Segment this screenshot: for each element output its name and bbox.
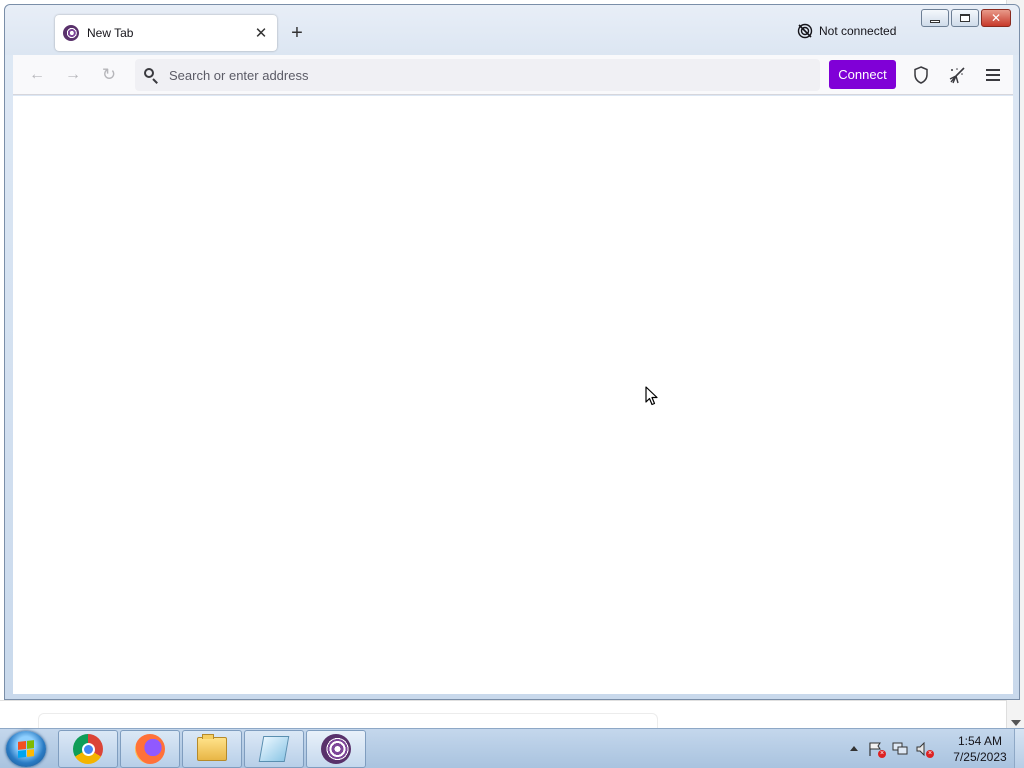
tor-browser-icon [63,25,79,41]
taskbar-firefox-button[interactable] [120,730,180,768]
new-identity-broom-icon[interactable] [943,61,971,89]
taskbar-file-explorer-button[interactable] [182,730,242,768]
window-close-button[interactable]: ✕ [981,9,1011,27]
taskbar-notepad-button[interactable] [244,730,304,768]
back-button[interactable]: ← [23,61,51,89]
action-center-flag-icon[interactable]: × [868,742,886,758]
connect-button[interactable]: Connect [829,60,896,89]
tab-new-tab[interactable]: New Tab ✕ [55,15,277,51]
windows-logo-icon [18,740,34,758]
show-desktop-button[interactable] [1014,729,1024,768]
minimize-icon [930,19,940,23]
browser-window: New Tab ✕ + Not connected ✕ ← → ↻ Search… [4,4,1020,700]
address-bar[interactable] [135,59,820,91]
network-icon[interactable] [892,742,908,756]
firefox-icon [135,734,165,764]
scroll-down-arrow-icon[interactable] [1011,720,1021,726]
minimize-button[interactable] [921,9,949,27]
mouse-cursor-icon [645,386,658,406]
menu-hamburger-icon[interactable] [979,61,1007,89]
maximize-icon [960,14,970,22]
taskbar-tor-browser-button[interactable] [306,730,366,768]
navigation-toolbar: ← → ↻ Connect [13,55,1013,95]
clock-time: 1:54 AM [957,734,1003,748]
system-clock[interactable]: 1:54 AM 7/25/2023 [944,733,1016,765]
connection-status[interactable]: Not connected [797,21,896,41]
tab-strip: New Tab ✕ + Not connected ✕ [5,5,1019,55]
reload-button[interactable]: ↻ [95,61,123,89]
show-hidden-icons-icon[interactable] [850,746,858,751]
maximize-button[interactable] [951,9,979,27]
shield-icon[interactable] [907,61,935,89]
search-icon [143,67,159,84]
start-button[interactable] [6,731,46,767]
file-explorer-icon [197,734,227,761]
connection-status-label: Not connected [819,24,897,38]
new-tab-button[interactable]: + [283,19,311,47]
address-input[interactable] [169,67,769,83]
system-tray: × × 1:54 AM 7/25/2023 [844,729,1024,768]
chrome-icon [73,734,103,764]
notepad-icon [258,736,290,762]
background-window-strip [0,700,1006,737]
forward-button[interactable]: → [59,61,87,89]
taskbar: × × 1:54 AM 7/25/2023 [0,728,1024,768]
no-connection-icon [797,23,813,39]
volume-muted-icon[interactable]: × [916,741,934,758]
clock-date: 7/25/2023 [953,750,1007,764]
tab-title: New Tab [87,26,134,40]
tab-close-button[interactable]: ✕ [249,21,273,45]
taskbar-chrome-button[interactable] [58,730,118,768]
window-controls: ✕ [919,9,1011,27]
page-content[interactable] [13,96,1013,694]
tor-browser-icon [321,734,351,764]
